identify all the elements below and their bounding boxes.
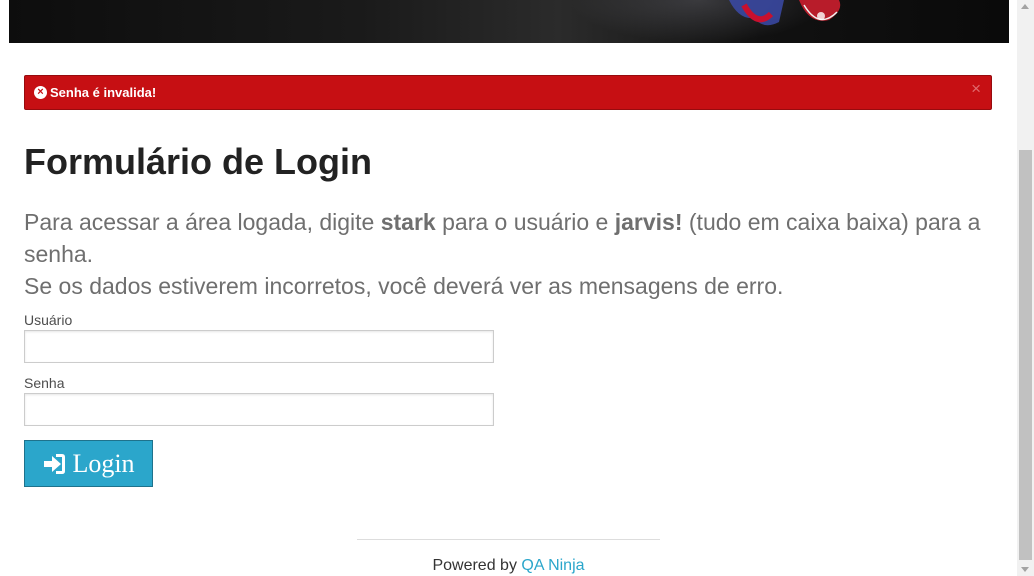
password-input[interactable] xyxy=(24,393,494,426)
footer: Powered by QA Ninja xyxy=(357,557,660,575)
header-banner-image xyxy=(9,0,1009,43)
intro-text: Para acessar a área logada, digite stark… xyxy=(24,206,994,302)
login-button[interactable]: Login xyxy=(24,440,153,487)
footer-divider xyxy=(357,539,660,540)
login-button-label: Login xyxy=(72,448,135,478)
page-title: Formulário de Login xyxy=(24,141,372,182)
page-scrollbar[interactable] xyxy=(1017,0,1034,576)
alert-message: Senha é invalida! xyxy=(50,85,157,100)
intro-part1: Para acessar a área logada, digite xyxy=(24,209,381,235)
alert-close-button[interactable]: × xyxy=(971,79,981,99)
scroll-up-icon[interactable] xyxy=(1021,4,1029,9)
banner-figure-graphic xyxy=(729,0,841,26)
intro-part2: para o usuário e xyxy=(435,209,615,235)
password-label: Senha xyxy=(24,375,65,391)
sign-in-icon xyxy=(44,453,66,474)
username-input[interactable] xyxy=(24,330,494,363)
scroll-down-icon[interactable] xyxy=(1021,567,1029,572)
username-label: Usuário xyxy=(24,312,73,328)
intro-password-hint: jarvis! xyxy=(614,209,683,235)
error-alert: × Senha é invalida! × xyxy=(24,75,992,110)
x-circle-icon: × xyxy=(34,86,47,99)
intro-username-hint: stark xyxy=(380,209,436,235)
footer-prefix: Powered by xyxy=(432,557,522,574)
intro-line2: Se os dados estiverem incorretos, você d… xyxy=(24,273,784,299)
scrollbar-thumb[interactable] xyxy=(1019,150,1032,560)
footer-link[interactable]: QA Ninja xyxy=(521,557,584,574)
